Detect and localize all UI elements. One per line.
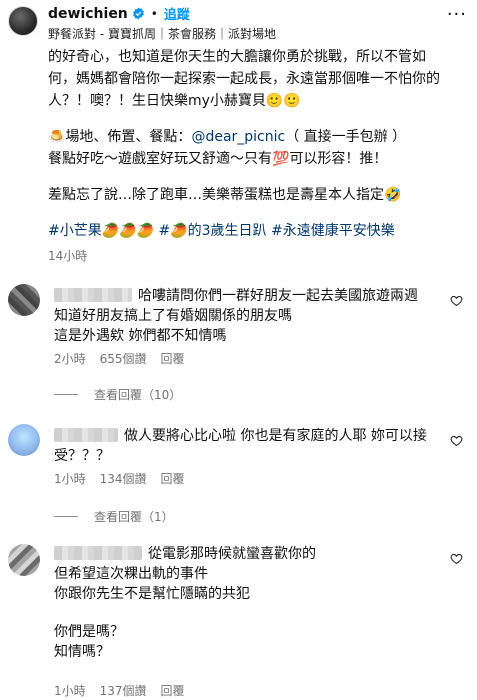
comment-line: 這是外遇欸 妳們都不知情嗎 bbox=[54, 328, 227, 344]
venue-mention-link[interactable]: @dear_picnic bbox=[191, 129, 285, 145]
view-replies-button[interactable]: 查看回覆（10） bbox=[54, 386, 181, 403]
comment-line: 從電影那時候就蠻喜歡你的 bbox=[148, 546, 316, 562]
post-header: dewichien • 追蹤 野餐派對 - 寶寶抓周｜茶會服務｜派對場地 ··· bbox=[0, 0, 477, 48]
comment-meta: 1小時 134個讚 回覆 bbox=[54, 470, 185, 487]
comment-line: 知道好朋友搞上了有婚姻關係的朋友嗎 bbox=[54, 308, 292, 324]
heart-icon[interactable] bbox=[450, 552, 463, 565]
caption-venue-line: 🍮場地、佈置、餐點：@dear_picnic（ 直接一手包辦 ） bbox=[48, 126, 468, 148]
more-options-icon[interactable]: ··· bbox=[447, 4, 467, 25]
reply-button[interactable]: 回覆 bbox=[161, 350, 185, 367]
comment-meta: 2小時 655個讚 回覆 bbox=[54, 350, 185, 367]
commenter-username-blurred[interactable] bbox=[54, 288, 132, 302]
commenter-avatar[interactable] bbox=[8, 424, 40, 456]
comment-time: 1小時 bbox=[54, 684, 86, 698]
view-replies-label: 查看回覆（10） bbox=[94, 388, 182, 402]
heart-icon[interactable] bbox=[450, 294, 463, 307]
verified-badge-icon bbox=[132, 7, 144, 20]
caption-line: 何，媽媽都會陪你一起探索一起成長，永遠當那個唯一不怕你的 bbox=[48, 71, 440, 87]
commenter-username-blurred[interactable] bbox=[54, 428, 118, 442]
commenter-avatar[interactable] bbox=[8, 544, 40, 576]
caption-food-line: 餐點好吃～遊戲室好玩又舒適～只有💯可以形容！推！ bbox=[48, 151, 388, 167]
caption-hashtags[interactable]: #小芒果🥭🥭🥭 #🥭的3歲生日趴 #永遠健康平安快樂 bbox=[48, 220, 468, 242]
caption-line: 人？！噢？！生日快樂my小赫寶貝🙂🙂 bbox=[48, 93, 301, 109]
comment-time: 1小時 bbox=[54, 472, 86, 486]
comment-meta: 1小時 137個讚 回覆 bbox=[54, 682, 185, 699]
reply-button[interactable]: 回覆 bbox=[161, 470, 185, 487]
comment-likes[interactable]: 655個讚 bbox=[100, 350, 147, 367]
view-replies-label: 查看回覆（1） bbox=[94, 510, 174, 524]
comment-line: 哈嘍請問你們一群好朋友一起去美國旅遊兩週 bbox=[138, 288, 418, 304]
author-username[interactable]: dewichien bbox=[48, 6, 128, 22]
view-replies-button[interactable]: 查看回覆（1） bbox=[54, 508, 174, 525]
venue-prefix: 🍮場地、佈置、餐點： bbox=[48, 129, 192, 145]
author-subtitle: 野餐派對 - 寶寶抓周｜茶會服務｜派對場地 bbox=[48, 27, 276, 41]
comment-line: 你跟你先生不是幫忙隱瞞的共犯 bbox=[54, 586, 250, 602]
comment-body: 從電影那時候就蠻喜歡你的 但希望這次粿出軌的事件 你跟你先生不是幫忙隱瞞的共犯 … bbox=[54, 544, 434, 662]
comment-line: 但希望這次粿出軌的事件 bbox=[54, 566, 208, 582]
comment-line: 知情嗎？ bbox=[54, 644, 110, 660]
author-row: dewichien • 追蹤 bbox=[48, 4, 190, 24]
comment-likes[interactable]: 137個讚 bbox=[100, 682, 147, 699]
comment-likes[interactable]: 134個讚 bbox=[100, 470, 147, 487]
heart-icon[interactable] bbox=[450, 434, 463, 447]
commenter-username-blurred[interactable] bbox=[54, 546, 142, 560]
comment-line: 你們是嗎？ bbox=[54, 624, 124, 640]
comment-body: 哈嘍請問你們一群好朋友一起去美國旅遊兩週 知道好朋友搞上了有婚姻關係的朋友嗎 這… bbox=[54, 286, 434, 346]
commenter-avatar[interactable] bbox=[8, 284, 40, 316]
caption-line: 的好奇心，也知道是你天生的大膽讓你勇於挑戰，所以不管如 bbox=[48, 49, 426, 65]
author-avatar[interactable] bbox=[8, 6, 38, 36]
separator-dot: • bbox=[150, 6, 158, 21]
comment-body: 做人要將心比心啦 你也是有家庭的人耶 妳可以接 受？？？ bbox=[54, 426, 434, 466]
follow-button[interactable]: 追蹤 bbox=[164, 4, 190, 23]
post-time-ago: 14小時 bbox=[48, 249, 88, 263]
post-caption: 的好奇心，也知道是你天生的大膽讓你勇於挑戰，所以不管如 何，媽媽都會陪你一起探索… bbox=[48, 46, 468, 242]
comment-line: 受？？？ bbox=[54, 448, 110, 464]
venue-suffix: （ 直接一手包辦 ） bbox=[285, 129, 407, 145]
comment-time: 2小時 bbox=[54, 352, 86, 366]
comment-line: 做人要將心比心啦 你也是有家庭的人耶 妳可以接 bbox=[124, 428, 427, 444]
reply-button[interactable]: 回覆 bbox=[161, 682, 185, 699]
caption-cake-line: 差點忘了說…除了跑車…美樂蒂蛋糕也是壽星本人指定🤣 bbox=[48, 187, 402, 203]
